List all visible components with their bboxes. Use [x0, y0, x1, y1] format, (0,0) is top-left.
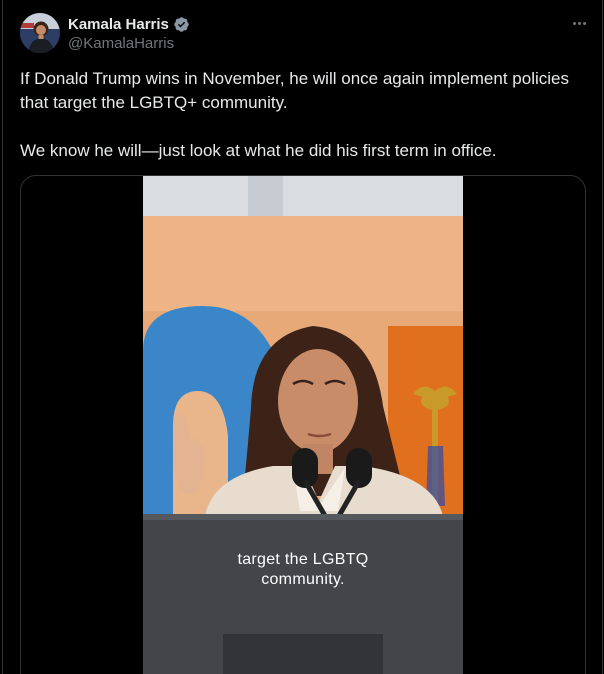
more-options-icon[interactable]	[568, 16, 590, 30]
verified-badge-icon[interactable]	[173, 16, 190, 33]
display-name[interactable]: Kamala Harris	[68, 16, 169, 33]
timeline-border-left	[2, 0, 3, 674]
author-names: Kamala Harris @KamalaHarris	[68, 14, 190, 52]
caption-line-2: community.	[261, 571, 345, 588]
video-frame	[143, 176, 463, 674]
timeline-border-right	[602, 0, 603, 674]
tweet-paragraph-1: If Donald Trump wins in November, he wil…	[20, 69, 569, 112]
more-dot	[582, 21, 586, 25]
display-name-row: Kamala Harris	[68, 14, 190, 34]
avatar-image	[20, 13, 60, 53]
video-player[interactable]: target the LGBTQ community.	[143, 176, 463, 674]
avatar[interactable]	[20, 13, 60, 53]
more-dot	[577, 21, 581, 25]
tweet-text: If Donald Trump wins in November, he wil…	[20, 67, 590, 163]
author-handle[interactable]: @KamalaHarris	[68, 35, 190, 52]
more-dot	[572, 21, 576, 25]
caption-line-1: target the LGBTQ	[237, 551, 369, 568]
tweet-header: Kamala Harris @KamalaHarris	[20, 12, 590, 56]
tweet-paragraph-2: We know he will—just look at what he did…	[20, 141, 497, 160]
video-caption: target the LGBTQ community.	[143, 550, 463, 590]
video-media[interactable]: target the LGBTQ community.	[20, 175, 586, 674]
